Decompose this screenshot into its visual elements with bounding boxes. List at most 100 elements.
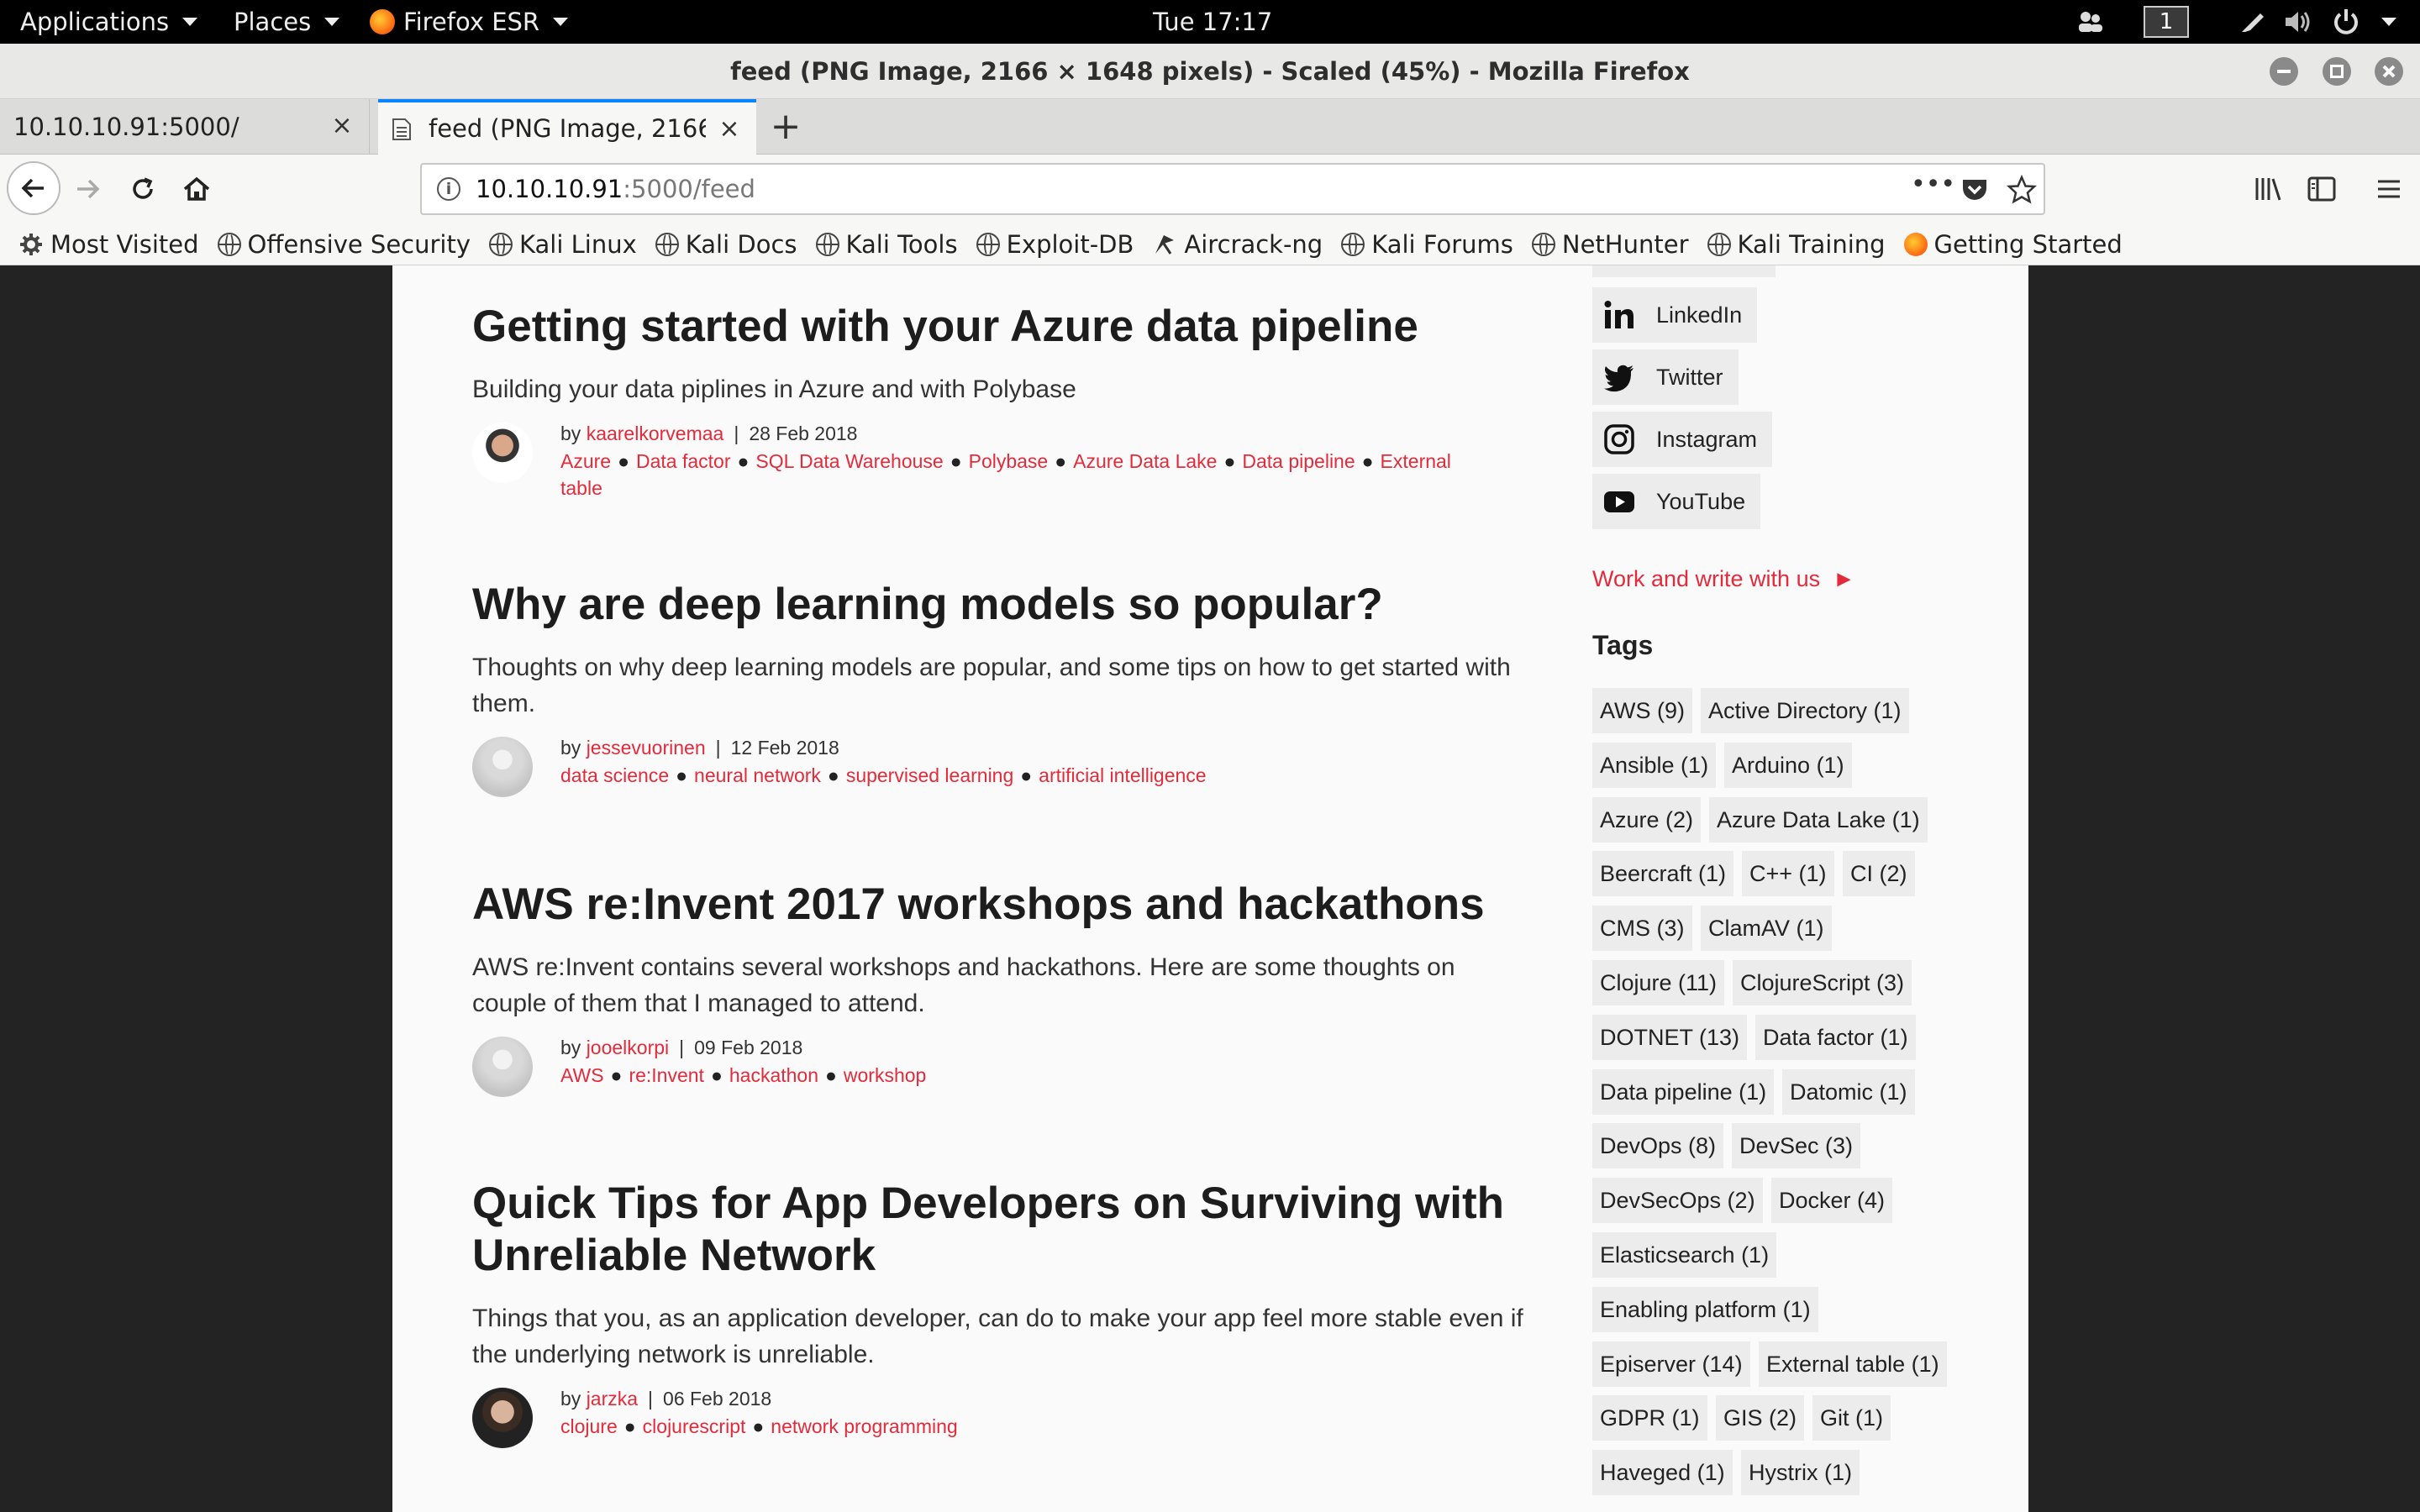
tag-chip[interactable]: CI (2) xyxy=(1843,851,1915,897)
close-icon[interactable]: × xyxy=(330,113,354,139)
bookmark-kali-forums[interactable]: Kali Forums xyxy=(1341,230,1513,259)
tag-chip[interactable]: Elasticsearch (1) xyxy=(1592,1232,1777,1278)
social-link-youtube[interactable]: YouTube xyxy=(1592,474,1761,529)
tag-chip[interactable]: External table (1) xyxy=(1759,1341,1947,1387)
bookmark-kali-docs[interactable]: Kali Docs xyxy=(655,230,797,259)
tag-chip[interactable]: C++ (1) xyxy=(1742,851,1834,897)
tag-chip[interactable]: Docker (4) xyxy=(1771,1178,1893,1224)
page-actions-icon[interactable]: ••• xyxy=(1911,170,1955,200)
tag-chip[interactable]: Clojure (11) xyxy=(1592,960,1725,1005)
firefox-app-menu[interactable]: Firefox ESR xyxy=(370,0,569,44)
author-link[interactable]: kaarelkorvemaa xyxy=(587,423,724,444)
tag-chip[interactable]: Enabling platform (1) xyxy=(1592,1286,1818,1332)
hamburger-menu-icon[interactable] xyxy=(2373,173,2405,205)
work-with-us-link[interactable]: Work and write with us ► xyxy=(1592,566,1855,592)
bookmark-most-visited[interactable]: Most Visited xyxy=(18,230,199,259)
tab-home[interactable]: 10.10.10.91:5000/ × xyxy=(0,99,370,155)
maximize-button[interactable] xyxy=(2323,57,2351,86)
tag-link[interactable]: hackathon xyxy=(729,1064,818,1086)
bookmark-kali-training[interactable]: Kali Training xyxy=(1707,230,1886,259)
social-link-partial[interactable] xyxy=(1592,265,1776,277)
tag-chip[interactable]: DevSec (3) xyxy=(1732,1123,1861,1169)
tag-link[interactable]: neural network xyxy=(694,764,821,786)
tag-link[interactable]: Data factor xyxy=(636,450,731,472)
tag-chip[interactable]: AWS (9) xyxy=(1592,688,1692,733)
social-link-linkedin[interactable]: LinkedIn xyxy=(1592,287,1758,343)
post-title[interactable]: Why are deep learning models so popular? xyxy=(472,579,1531,631)
tag-link[interactable]: clojurescript xyxy=(643,1415,746,1437)
tag-chip[interactable]: Data pipeline (1) xyxy=(1592,1068,1775,1115)
tag-chip[interactable]: DevOps (8) xyxy=(1592,1123,1724,1169)
sidebar-toggle-icon[interactable] xyxy=(2306,173,2338,205)
tab-feed[interactable]: feed (PNG Image, 2166 × × xyxy=(378,99,756,155)
reload-button[interactable] xyxy=(119,165,166,213)
tag-link[interactable]: workshop xyxy=(844,1064,926,1086)
tag-link[interactable]: supervised learning xyxy=(846,764,1013,786)
tag-chip[interactable]: GIS (2) xyxy=(1716,1395,1805,1441)
bookmark-aircrack-ng[interactable]: Aircrack-ng xyxy=(1152,230,1323,259)
tag-chip[interactable]: ClojureScript (3) xyxy=(1733,960,1912,1005)
tag-chip[interactable]: DOTNET (13) xyxy=(1592,1014,1748,1060)
tag-chip[interactable]: Hystrix (1) xyxy=(1741,1450,1860,1496)
post-title[interactable]: Getting started with your Azure data pip… xyxy=(472,301,1531,353)
tag-link[interactable]: Polybase xyxy=(969,450,1049,472)
tag-chip[interactable]: Beercraft (1) xyxy=(1592,851,1734,897)
tag-link[interactable]: table xyxy=(560,477,602,499)
close-icon[interactable]: × xyxy=(718,117,741,142)
system-menu-caret-icon[interactable] xyxy=(2381,18,2396,26)
bookmark-offensive-security[interactable]: Offensive Security xyxy=(217,230,471,259)
url-input[interactable]: 10.10.10.91:5000/feed xyxy=(476,165,755,213)
tag-link[interactable]: SQL Data Warehouse xyxy=(755,450,943,472)
library-icon[interactable] xyxy=(2252,173,2284,205)
pocket-icon[interactable] xyxy=(1960,175,1990,205)
tag-link[interactable]: clojure xyxy=(560,1415,618,1437)
applications-menu[interactable]: Applications xyxy=(20,0,198,44)
post-title[interactable]: Quick Tips for App Developers on Survivi… xyxy=(472,1178,1531,1282)
tag-chip[interactable]: Data factor (1) xyxy=(1755,1014,1916,1060)
bookmark-kali-tools[interactable]: Kali Tools xyxy=(815,230,958,259)
tag-link[interactable]: artificial intelligence xyxy=(1039,764,1206,786)
bookmark-exploit-db[interactable]: Exploit-DB xyxy=(976,230,1134,259)
tag-link[interactable]: Azure Data Lake xyxy=(1073,450,1217,472)
tag-chip[interactable]: Datomic (1) xyxy=(1782,1068,1915,1115)
close-window-button[interactable] xyxy=(2375,57,2403,86)
social-link-twitter[interactable]: Twitter xyxy=(1592,349,1739,405)
tag-chip[interactable]: Active Directory (1) xyxy=(1701,688,1909,733)
social-link-instagram[interactable]: Instagram xyxy=(1592,412,1773,467)
new-tab-button[interactable]: + xyxy=(765,106,807,148)
tag-link[interactable]: re:Invent xyxy=(629,1064,704,1086)
tag-chip[interactable]: Arduino (1) xyxy=(1724,742,1852,788)
tag-chip[interactable]: GDPR (1) xyxy=(1592,1395,1707,1441)
tag-link[interactable]: data science xyxy=(560,764,669,786)
bookmark-getting-started[interactable]: Getting Started xyxy=(1903,230,2123,259)
tag-chip[interactable]: Git (1) xyxy=(1812,1395,1891,1441)
tag-chip[interactable]: Azure (2) xyxy=(1592,796,1702,843)
post-title[interactable]: AWS re:Invent 2017 workshops and hackath… xyxy=(472,879,1531,931)
tag-chip[interactable]: Episerver (14) xyxy=(1592,1341,1750,1387)
power-icon[interactable] xyxy=(2331,7,2361,37)
page-viewport[interactable]: Getting started with your Azure data pip… xyxy=(0,265,2420,1512)
tag-link[interactable]: AWS xyxy=(560,1064,604,1086)
network-people-icon[interactable] xyxy=(2075,7,2106,37)
home-button[interactable] xyxy=(173,165,220,213)
tag-chip[interactable]: Ansible (1) xyxy=(1592,742,1717,788)
bookmark-star-icon[interactable] xyxy=(2007,175,2037,205)
tag-link[interactable]: Data pipeline xyxy=(1242,450,1355,472)
clock[interactable]: Tue 17:17 xyxy=(1153,0,1272,44)
author-link[interactable]: jooelkorpi xyxy=(587,1037,669,1058)
info-icon[interactable]: i xyxy=(437,177,460,201)
window-titlebar[interactable]: feed (PNG Image, 2166 × 1648 pixels) - S… xyxy=(0,44,2420,99)
volume-icon[interactable] xyxy=(2282,7,2312,37)
workspace-indicator[interactable]: 1 xyxy=(2144,6,2189,38)
places-menu[interactable]: Places xyxy=(234,0,340,44)
tag-chip[interactable]: DevSecOps (2) xyxy=(1592,1178,1763,1224)
tag-chip[interactable]: ClamAV (1) xyxy=(1701,906,1832,952)
tag-chip[interactable]: Haveged (1) xyxy=(1592,1450,1733,1496)
pen-tool-icon[interactable] xyxy=(2237,7,2267,37)
bookmark-nethunter[interactable]: NetHunter xyxy=(1531,230,1689,259)
back-button[interactable] xyxy=(7,161,60,215)
address-bar[interactable]: i 10.10.10.91:5000/feed ••• xyxy=(420,163,2045,215)
author-link[interactable]: jessevuorinen xyxy=(587,737,706,759)
minimize-button[interactable] xyxy=(2270,57,2298,86)
tag-link[interactable]: network programming xyxy=(771,1415,957,1437)
